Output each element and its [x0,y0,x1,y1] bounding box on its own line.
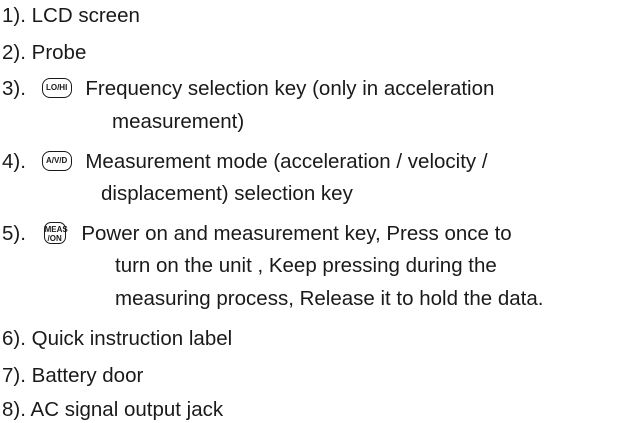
item-text: AC signal output jack [30,398,224,421]
list-item: 7). Battery door [2,363,143,389]
list-item-continuation: measurement) [112,110,245,133]
meas-on-key-icon: MEAS /ON [43,221,68,244]
list-item: 2). Probe [2,40,86,66]
item-number: 6). [2,327,26,350]
item-number: 3). [2,77,26,100]
item-number: 7). [2,364,26,387]
item-text: Probe [31,41,87,64]
list-item: 6). Quick instruction label [2,326,232,352]
list-item-continuation: displacement) selection key [101,182,353,205]
item-text: Battery door [31,364,144,387]
lo-hi-key-icon: LO/HI [41,77,72,98]
item-text: Quick instruction label [31,327,233,350]
list-item: 8). AC signal output jack [2,397,223,423]
item-text: Power on and measurement key, Press once… [81,222,512,245]
key-icon-line: /ON [47,233,62,243]
item-text: Measurement mode (acceleration / velocit… [85,150,488,173]
item-number: 2). [2,41,26,64]
item-text: Frequency selection key (only in acceler… [85,77,495,100]
list-item: 3). LO/HI Frequency selection key (only … [2,76,494,102]
list-item-continuation: turn on the unit , Keep pressing during … [115,254,497,277]
key-icon-line: MEAS [44,224,68,234]
item-number: 5). [2,222,26,245]
item-text: LCD screen [31,4,140,27]
item-number: 4). [2,150,26,173]
a-v-d-key-icon: A/V/D [41,150,72,171]
list-item: 5). MEAS /ON Power on and measurement ke… [2,221,512,247]
list-item-continuation: measuring process, Release it to hold th… [115,287,544,310]
list-item: 4). A/V/D Measurement mode (acceleration… [2,149,488,175]
item-number: 1). [2,4,26,27]
item-number: 8). [2,398,26,421]
list-item: 1). LCD screen [2,3,140,29]
